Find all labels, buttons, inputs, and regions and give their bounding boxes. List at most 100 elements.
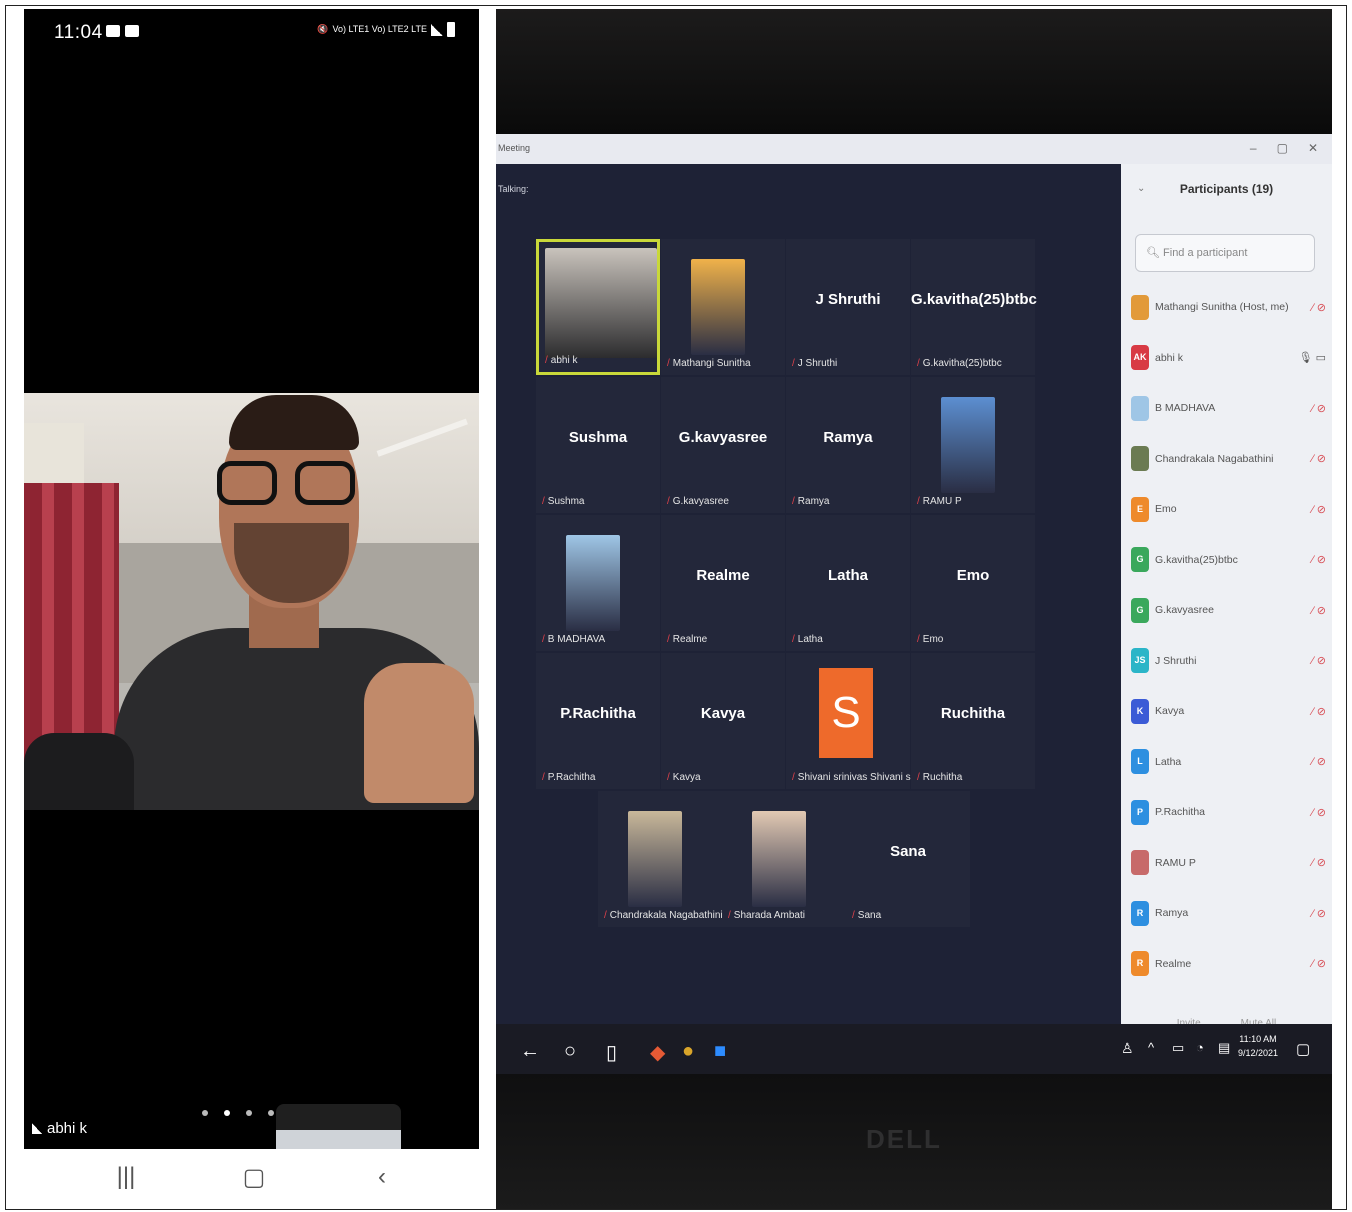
participant-row[interactable]: JS J Shruthi ∕ ⊘ xyxy=(1131,636,1326,687)
participant-tile[interactable]: Realme / Realme xyxy=(661,515,785,651)
maximize-icon[interactable]: ▢ xyxy=(1277,141,1288,155)
participant-row[interactable]: L Latha ∕ ⊘ xyxy=(1131,737,1326,788)
participant-tile[interactable]: P.Rachitha / P.Rachitha xyxy=(536,653,660,789)
status-time: 11:04 xyxy=(54,22,103,43)
participant-row[interactable]: Chandrakala Nagabathini ∕ ⊘ xyxy=(1131,434,1326,485)
participant-row[interactable]: R Ramya ∕ ⊘ xyxy=(1131,888,1326,939)
participant-tile[interactable]: / Mathangi Sunitha xyxy=(661,239,785,375)
participant-row[interactable]: G G.kavitha(25)btbc ∕ ⊘ xyxy=(1131,535,1326,586)
back-icon[interactable]: ‹ xyxy=(362,1163,402,1193)
participants-panel: ⌄ Participants (19) 🔍︎ Find a participan… xyxy=(1121,164,1332,1059)
participant-row[interactable]: P P.Rachitha ∕ ⊘ xyxy=(1131,787,1326,838)
participant-tile[interactable]: S / Shivani srinivas Shivani srin... xyxy=(786,653,930,789)
participant-tile[interactable]: J Shruthi / J Shruthi xyxy=(786,239,910,375)
muted-mic-icon: / xyxy=(667,772,670,783)
participant-tile[interactable]: G.kavitha(25)btbc / G.kavitha(25)btbc xyxy=(911,239,1037,375)
mic-video-status-icon[interactable]: ∕ ⊘ xyxy=(1312,604,1326,617)
mic-video-status-icon[interactable]: ∕ ⊘ xyxy=(1312,755,1326,768)
participant-tile[interactable]: / Sharada Ambati xyxy=(722,791,846,927)
mic-video-status-icon[interactable]: 🎙︎ ▭ xyxy=(1299,351,1326,364)
page-dot[interactable] xyxy=(268,1110,274,1116)
chrome-icon[interactable]: ● xyxy=(682,1040,694,1063)
page-dot-active[interactable] xyxy=(224,1110,230,1116)
laptop-screen: Meeting – ▢ ✕ Talking: / abhi k / Mathangi … xyxy=(496,134,1332,1076)
participant-tile[interactable]: / abhi k xyxy=(536,239,660,375)
participant-tile[interactable]: Sana / Sana xyxy=(846,791,970,927)
zoom-app-icon[interactable]: ■ xyxy=(714,1040,726,1063)
glasses xyxy=(217,461,362,509)
recents-icon[interactable]: ||| xyxy=(106,1163,146,1193)
muted-mic-icon: / xyxy=(792,358,795,369)
participant-tile[interactable]: Ruchitha / Ruchitha xyxy=(911,653,1035,789)
status-bar: 11:04 🔇 Vo) LTE1 Vo) LTE2 LTE xyxy=(24,9,479,53)
mic-video-status-icon[interactable]: ∕ ⊘ xyxy=(1312,553,1326,566)
participant-row[interactable]: B MADHAVA ∕ ⊘ xyxy=(1131,383,1326,434)
mic-video-status-icon[interactable]: ∕ ⊘ xyxy=(1312,856,1326,869)
status-network: 🔇 Vo) LTE1 Vo) LTE2 LTE xyxy=(317,22,455,37)
participant-photo xyxy=(566,535,620,631)
mic-video-status-icon[interactable]: ∕ ⊘ xyxy=(1312,705,1326,718)
participant-row[interactable]: G G.kavyasree ∕ ⊘ xyxy=(1131,585,1326,636)
participant-row[interactable]: K Kavya ∕ ⊘ xyxy=(1131,686,1326,737)
speaker-video[interactable] xyxy=(24,393,479,810)
mic-video-status-icon[interactable]: ∕ ⊘ xyxy=(1312,301,1326,314)
wifi-icon[interactable]: ◔ xyxy=(1196,1040,1204,1055)
task-view-icon[interactable]: ▯ xyxy=(606,1040,617,1065)
self-view-thumbnail[interactable] xyxy=(276,1104,401,1149)
participant-tile[interactable]: Emo / Emo xyxy=(911,515,1035,651)
participant-tile[interactable]: Sushma / Sushma xyxy=(536,377,660,513)
mic-video-status-icon[interactable]: ∕ ⊘ xyxy=(1312,907,1326,920)
participant-name: Ramya xyxy=(1155,907,1189,920)
tile-name-label: / Emo xyxy=(917,634,944,645)
page-dot[interactable] xyxy=(246,1110,252,1116)
participant-avatar: L xyxy=(1131,749,1149,775)
participant-row[interactable]: RAMU P ∕ ⊘ xyxy=(1131,838,1326,889)
participant-row[interactable]: R Realme ∕ ⊘ xyxy=(1131,939,1326,990)
notification-icon[interactable]: ▢ xyxy=(1296,1040,1310,1058)
taskbar-clock[interactable]: 11:10 AM 9/12/2021 xyxy=(1238,1032,1278,1060)
brave-browser-icon[interactable]: ◆ xyxy=(650,1040,665,1065)
muted-mic-icon: / xyxy=(728,910,731,921)
participant-avatar xyxy=(1131,395,1149,421)
mic-video-status-icon[interactable]: ∕ ⊘ xyxy=(1312,654,1326,667)
muted-mic-icon: / xyxy=(917,496,920,507)
close-icon[interactable]: ✕ xyxy=(1308,141,1318,155)
people-icon[interactable]: ♙ xyxy=(1121,1040,1134,1057)
back-arrow-icon[interactable]: ← xyxy=(520,1040,540,1063)
keyboard-icon[interactable]: ▤ xyxy=(1218,1040,1230,1056)
battery-icon[interactable]: ▭ xyxy=(1172,1040,1184,1056)
tile-name-label: / Realme xyxy=(667,634,708,645)
participant-row[interactable]: Mathangi Sunitha (Host, me) ∕ ⊘ xyxy=(1131,282,1326,333)
mic-video-status-icon[interactable]: ∕ ⊘ xyxy=(1312,806,1326,819)
talking-indicator: Talking: xyxy=(498,184,529,194)
mute-icon: 🔇 xyxy=(317,24,329,34)
participant-tile[interactable]: / Chandrakala Nagabathini xyxy=(598,791,723,927)
tile-display-name: G.kavitha(25)btbc xyxy=(911,291,1037,308)
participant-tile[interactable]: Ramya / Ramya xyxy=(786,377,910,513)
mic-video-status-icon[interactable]: ∕ ⊘ xyxy=(1312,957,1326,970)
participant-tile[interactable]: / B MADHAVA xyxy=(536,515,660,651)
tile-display-name: Ramya xyxy=(823,429,873,446)
search-circle-icon[interactable]: ○ xyxy=(564,1040,576,1063)
participant-avatar xyxy=(1131,850,1149,876)
participant-tile[interactable]: Kavya / Kavya xyxy=(661,653,785,789)
participant-avatar xyxy=(1131,294,1149,320)
participant-search-input[interactable]: 🔍︎ Find a participant xyxy=(1135,234,1315,272)
participant-row[interactable]: E Emo ∕ ⊘ xyxy=(1131,484,1326,535)
participant-tile[interactable]: G.kavyasree / G.kavyasree xyxy=(661,377,785,513)
page-dot[interactable] xyxy=(202,1110,208,1116)
mic-video-status-icon[interactable]: ∕ ⊘ xyxy=(1312,452,1326,465)
tray-chevron-icon[interactable]: ^ xyxy=(1148,1040,1154,1055)
participant-row[interactable]: AK abhi k 🎙︎ ▭ xyxy=(1131,333,1326,384)
home-icon[interactable]: ▢ xyxy=(234,1163,274,1193)
minimize-icon[interactable]: – xyxy=(1250,141,1257,155)
participant-avatar: G xyxy=(1131,597,1149,623)
mic-video-status-icon[interactable]: ∕ ⊘ xyxy=(1312,402,1326,415)
gallery-grid: / abhi k / Mathangi Sunitha J Shruthi / J Shru… xyxy=(536,239,1037,949)
muted-mic-icon: / xyxy=(852,910,855,921)
mic-video-status-icon[interactable]: ∕ ⊘ xyxy=(1312,503,1326,516)
muted-mic-icon: / xyxy=(667,634,670,645)
signal-icon xyxy=(32,1123,42,1134)
participant-tile[interactable]: Latha / Latha xyxy=(786,515,910,651)
participant-tile[interactable]: / RAMU P xyxy=(911,377,1035,513)
